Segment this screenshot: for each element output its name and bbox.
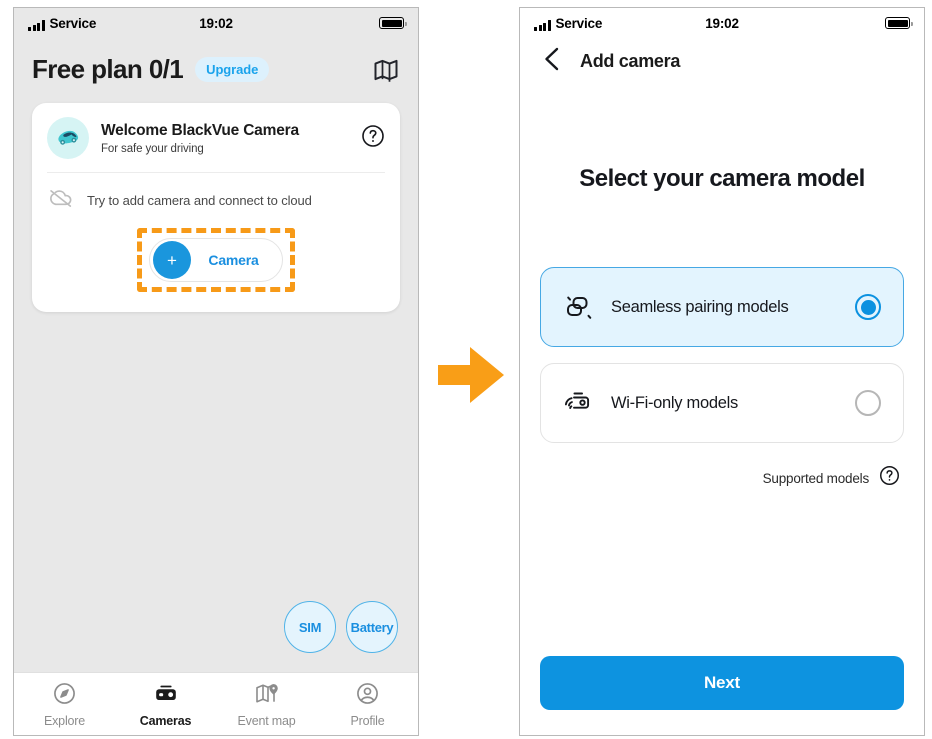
tab-explore-label: Explore: [44, 713, 85, 728]
option-seamless-pairing-models[interactable]: Seamless pairing models: [540, 267, 904, 347]
carrier-label: Service: [555, 15, 603, 31]
status-bar-right: [379, 17, 407, 29]
battery-full-icon: [885, 17, 913, 29]
nav-bar: Add camera: [520, 38, 924, 85]
upgrade-button[interactable]: Upgrade: [195, 57, 270, 82]
tab-event-map[interactable]: Event map: [216, 673, 317, 735]
cloud-off-icon: [47, 187, 74, 214]
phone-screen-cameras-home: Service 19:02 Free plan 0/1 Upgrade Welc…: [13, 7, 419, 736]
sim-fab[interactable]: SIM: [284, 601, 336, 653]
map-icon[interactable]: [372, 56, 400, 84]
plan-header: Free plan 0/1 Upgrade: [14, 38, 418, 97]
tab-event-map-label: Event map: [237, 713, 296, 728]
welcome-card-text: Welcome BlackVue Camera For safe your dr…: [101, 122, 353, 155]
signal-bars-icon: [28, 19, 45, 31]
signal-bars-icon: [534, 19, 551, 31]
welcome-card-header: Welcome BlackVue Camera For safe your dr…: [32, 103, 400, 172]
floating-action-buttons: SIM Battery: [284, 601, 398, 653]
status-bar-right: [885, 17, 913, 29]
question-circle-icon[interactable]: [879, 465, 900, 491]
question-circle-icon[interactable]: [361, 124, 385, 153]
option-wifi-only-models[interactable]: Wi-Fi-only models: [540, 363, 904, 443]
supported-models-label: Supported models: [762, 470, 870, 486]
chevron-left-icon[interactable]: [542, 46, 562, 77]
status-bar: Service 19:02: [520, 8, 924, 38]
car-icon: [47, 117, 89, 159]
tab-explore[interactable]: Explore: [14, 673, 115, 735]
link-chain-icon: [563, 293, 597, 321]
map-pin-icon: [254, 681, 280, 709]
phone-screen-add-camera: Service 19:02 Add camera Select your cam…: [519, 7, 925, 736]
option-seamless-pairing-label: Seamless pairing models: [611, 297, 789, 316]
welcome-card-subtitle: For safe your driving: [101, 142, 204, 155]
wifi-camera-icon: [563, 389, 597, 417]
add-camera-highlight: + Camera: [137, 228, 295, 292]
welcome-card: Welcome BlackVue Camera For safe your dr…: [32, 103, 400, 312]
tab-cameras-label: Cameras: [139, 713, 192, 728]
cloud-status-row: Try to add camera and connect to cloud: [47, 187, 385, 214]
tab-cameras[interactable]: Cameras: [115, 673, 216, 735]
carrier-label: Service: [49, 15, 97, 31]
camera-model-options: Seamless pairing models Wi-Fi-only model…: [520, 267, 924, 443]
dashcam-icon: [152, 681, 180, 709]
tab-profile[interactable]: Profile: [317, 673, 418, 735]
radio-wifi-only[interactable]: [855, 390, 881, 416]
status-bar: Service 19:02: [14, 8, 418, 38]
battery-fab[interactable]: Battery: [346, 601, 398, 653]
tab-profile-label: Profile: [350, 713, 385, 728]
welcome-card-body: Try to add camera and connect to cloud +…: [32, 173, 400, 312]
plus-icon: +: [153, 241, 191, 279]
add-camera-label: Camera: [208, 252, 259, 268]
page-heading: Select your camera model: [579, 165, 865, 192]
next-button[interactable]: Next: [540, 656, 904, 710]
bottom-tab-bar: Explore Cameras Event map Profile: [14, 672, 418, 735]
account-icon: [355, 681, 380, 709]
supported-models-row[interactable]: Supported models: [520, 465, 924, 491]
welcome-card-title: Welcome BlackVue Camera: [101, 121, 299, 139]
add-camera-button[interactable]: + Camera: [149, 238, 283, 282]
status-bar-left: Service: [28, 16, 96, 31]
option-wifi-only-label: Wi-Fi-only models: [611, 393, 738, 412]
status-bar-left: Service: [534, 16, 602, 31]
cloud-status-text: Try to add camera and connect to cloud: [87, 193, 312, 208]
arrow-right-icon: [434, 338, 508, 412]
compass-icon: [52, 681, 77, 709]
nav-title: Add camera: [580, 51, 681, 71]
page-title: Free plan 0/1: [32, 54, 184, 84]
radio-seamless-pairing[interactable]: [855, 294, 881, 320]
battery-full-icon: [379, 17, 407, 29]
